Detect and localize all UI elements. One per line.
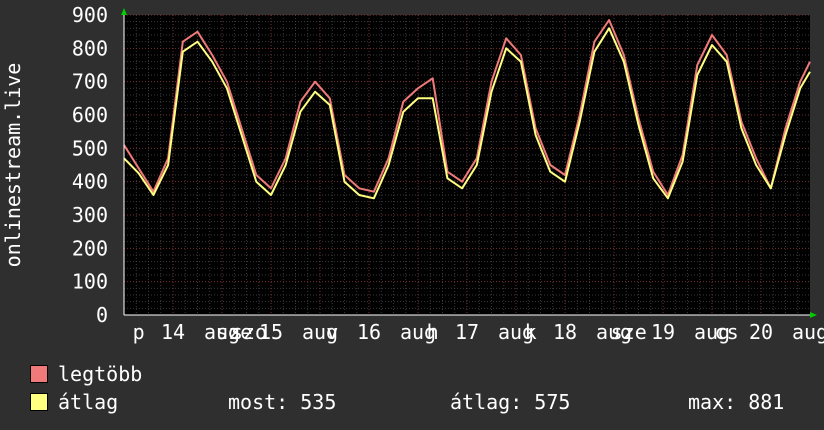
legend-label-max: legtöbb: [58, 362, 143, 386]
x-tick-label: 20: [749, 320, 773, 344]
y-tick-label: 600: [72, 103, 108, 127]
y-tick-label: 900: [72, 3, 108, 27]
x-tick-label: p: [133, 320, 145, 344]
x-axis-arrow: [810, 312, 817, 318]
x-tick-label: 19: [651, 320, 675, 344]
stat-current: most: 535: [228, 390, 337, 414]
y-tick-label: 400: [72, 170, 108, 194]
x-tick-label: v: [326, 320, 338, 344]
x-tick-label: 18: [553, 320, 577, 344]
legend-row-avg: átlag most: 535 átlag: 575 max: 881: [30, 388, 810, 416]
x-tick-label: h: [427, 320, 439, 344]
chart: 0100200300400500600700800900 p 14 augszesz…: [1, 3, 824, 344]
x-tick-label: 15: [259, 320, 283, 344]
x-tick-label: sze: [611, 320, 647, 344]
x-tick-label: k: [525, 320, 537, 344]
y-tick-label: 700: [72, 70, 108, 94]
legend-row-max: legtöbb: [30, 360, 810, 388]
y-tick-label: 500: [72, 136, 108, 160]
legend: legtöbb átlag most: 535 átlag: 575 max: …: [30, 360, 810, 416]
x-tick-label: 17: [455, 320, 479, 344]
x-tick-label: 14: [161, 320, 185, 344]
x-tick-label: cs: [715, 320, 739, 344]
y-tick-label: 300: [72, 203, 108, 227]
stat-maximum: max: 881: [688, 390, 785, 414]
y-axis-arrow: [121, 8, 127, 15]
legend-swatch-max: [30, 365, 48, 383]
y-tick-label: 200: [72, 236, 108, 260]
legend-label-avg: átlag: [58, 390, 119, 414]
legend-swatch-avg: [30, 393, 48, 411]
x-tick-label: 16: [357, 320, 381, 344]
y-tick-label: 100: [72, 270, 108, 294]
y-ticks: 0 100 200 300 400 500 600 700 800 900: [72, 3, 108, 327]
y-axis-label: onlinestream.live: [1, 63, 25, 268]
y-tick-label: 800: [72, 36, 108, 60]
y-tick-label: 0: [96, 303, 108, 327]
stat-average: átlag: 575: [450, 390, 571, 414]
x-tick-label: aug: [792, 320, 824, 344]
x-ticks: p 14 augszeszo15 augv 16 augh 17 augk 18 augsze 19…: [133, 320, 824, 344]
